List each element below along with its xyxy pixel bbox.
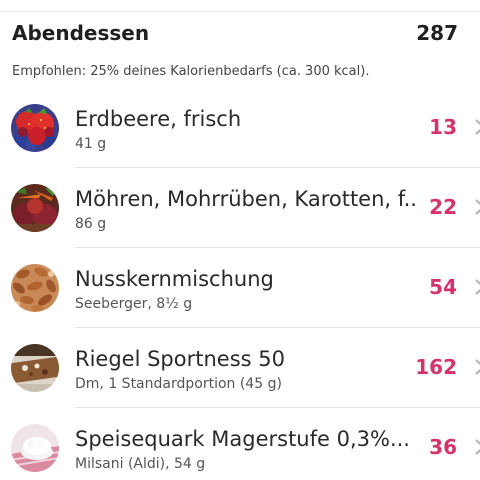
food-name: Speisequark Magerstufe 0,3%... [75, 427, 410, 451]
quark-icon [11, 424, 59, 472]
meal-title: Abendessen [12, 21, 150, 45]
food-kcal: 162 [415, 355, 457, 379]
food-kcal: 22 [429, 195, 457, 219]
bar-icon [11, 344, 59, 392]
meal-header[interactable]: Abendessen 287 [12, 20, 468, 48]
chevron-right-icon [474, 118, 480, 136]
food-name: Möhren, Mohrrüben, Karotten, f... [75, 187, 415, 211]
berries-icon [11, 104, 59, 152]
vegetables-icon [11, 184, 59, 232]
chevron-right-icon [474, 278, 480, 296]
chevron-right-icon [474, 358, 480, 376]
food-row-strawberry[interactable]: Erdbeere, frisch 41 g 13 [11, 88, 480, 168]
nuts-icon [11, 264, 59, 312]
food-row-nut-mix[interactable]: Nusskernmischung Seeberger, 8½ g 54 [11, 248, 480, 328]
meal-recommendation: Empfohlen: 25% deines Kalorienbedarfs (c… [12, 64, 370, 79]
food-detail: Dm, 1 Standardportion (45 g) [75, 376, 282, 392]
chevron-right-icon [474, 198, 480, 216]
diary-screen: Abendessen 287 Empfohlen: 25% deines Kal… [0, 0, 480, 480]
food-kcal: 54 [429, 275, 457, 299]
chevron-right-icon [474, 438, 480, 456]
food-detail: Seeberger, 8½ g [75, 296, 193, 312]
food-kcal: 36 [429, 435, 457, 459]
meal-total-kcal: 287 [416, 21, 458, 45]
food-name: Erdbeere, frisch [75, 107, 242, 131]
food-name: Nusskernmischung [75, 267, 274, 291]
food-detail: Milsani (Aldi), 54 g [75, 456, 206, 472]
food-row-carrots[interactable]: Möhren, Mohrrüben, Karotten, f... 86 g 2… [11, 168, 480, 248]
food-name: Riegel Sportness 50 [75, 347, 285, 371]
food-list: Erdbeere, frisch 41 g 13 Möhren, Mohrrüb… [0, 88, 480, 480]
food-kcal: 13 [429, 115, 457, 139]
food-row-sport-bar[interactable]: Riegel Sportness 50 Dm, 1 Standardportio… [11, 328, 480, 408]
top-divider [0, 11, 480, 12]
food-detail: 41 g [75, 136, 107, 152]
food-detail: 86 g [75, 216, 107, 232]
food-row-quark[interactable]: Speisequark Magerstufe 0,3%... Milsani (… [11, 408, 480, 480]
